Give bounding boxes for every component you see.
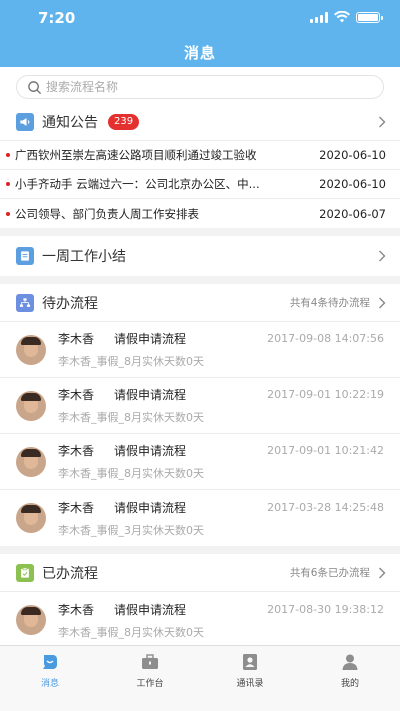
avatar	[16, 334, 46, 365]
status-icons	[310, 11, 383, 23]
flow-applicant: 李木香	[58, 500, 95, 515]
notice-title: 通知公告	[42, 114, 98, 131]
bullet-dot	[6, 182, 10, 186]
tab-contacts[interactable]: 通讯录	[200, 646, 300, 711]
todo-flow-item[interactable]: 李木香 请假申请流程 2017-09-08 14:07:56 李木香_事假_8月…	[0, 322, 400, 378]
flow-time: 2017-08-30 19:38:12	[267, 602, 384, 616]
flow-time: 2017-09-01 10:22:19	[267, 388, 384, 401]
done-section: 已办流程 共有6条已办流程 李木香 请假申请流程 2017-08-30 19:3…	[0, 554, 400, 648]
todo-title: 待办流程	[42, 295, 98, 312]
notice-item[interactable]: 小手齐动手 云端过六一：公司北京办公区、中... 2020-06-10	[0, 170, 400, 199]
bullet-dot	[6, 153, 10, 157]
status-bar: 7:20	[0, 0, 400, 34]
avatar	[16, 390, 46, 421]
todo-section: 待办流程 共有4条待办流程 李木香 请假申请流程 2017-09-08 14:0…	[0, 284, 400, 546]
tab-workbench[interactable]: 工作台	[100, 646, 200, 711]
flow-time: 2017-09-08 14:07:56	[267, 332, 384, 345]
todo-flow-item[interactable]: 李木香 请假申请流程 2017-09-01 10:22:19 李木香_事假_8月…	[0, 378, 400, 434]
flow-time: 2017-09-01 10:21:42	[267, 444, 384, 457]
tab-label: 通讯录	[236, 679, 264, 689]
page-title: 消息	[183, 44, 216, 62]
bullet-dot	[6, 211, 10, 216]
flow-applicant: 李木香	[58, 332, 95, 346]
search-input[interactable]	[46, 80, 296, 94]
wifi-icon	[334, 11, 350, 23]
search-box[interactable]	[16, 75, 384, 99]
signal-icon	[310, 11, 328, 23]
flow-applicant: 李木香	[58, 602, 95, 617]
status-time: 7:20	[38, 9, 76, 27]
notice-item[interactable]: 公司领导、部门负责人周工作安排表 2020-06-07	[0, 199, 400, 228]
weekly-title: 一周工作小结	[42, 249, 126, 265]
flow-type: 请假申请流程	[114, 332, 187, 346]
unread-badge: 239	[108, 113, 140, 130]
clipboard-check-icon	[16, 563, 34, 582]
todo-flow-item[interactable]: 李木香 请假申请流程 2017-09-01 10:21:42 李木香_事假_8月…	[0, 434, 400, 490]
flow-type: 请假申请流程	[114, 388, 187, 402]
chevron-right-icon	[379, 297, 386, 308]
tab-label: 消息	[40, 679, 59, 689]
weekly-section: 一周工作小结	[0, 236, 400, 276]
flow-applicant: 李木香	[58, 388, 95, 402]
tab-profile[interactable]: 我的	[300, 646, 400, 711]
tab-label: 工作台	[136, 679, 164, 689]
top-header: 7:20 消息	[0, 0, 400, 67]
notice-item[interactable]: 广西钦州至崇左高速公路项目顺利通过竣工验收 2020-06-10	[0, 141, 400, 170]
briefcase-icon	[142, 654, 158, 669]
tab-label: 我的	[340, 679, 359, 689]
flow-description: 李木香_事假_8月实休天数0天	[58, 625, 204, 639]
notice-section: 通知公告 239 广西钦州至崇左高速公路项目顺利通过竣工验收 2020-06-1…	[0, 103, 400, 228]
notice-item-text: 小手齐动手 云端过六一：公司北京办公区、中...	[15, 177, 260, 191]
done-flow-item[interactable]: 李木香 请假申请流程 2017-08-30 19:38:12 李木香_事假_8月…	[0, 592, 400, 648]
flow-description: 李木香_事假_8月实休天数0天	[58, 467, 204, 480]
done-count: 共有6条已办流程	[289, 567, 370, 579]
avatar	[16, 503, 46, 533]
notice-item-text: 广西钦州至崇左高速公路项目顺利通过竣工验收	[15, 148, 257, 162]
org-chart-icon	[16, 293, 34, 312]
notice-header[interactable]: 通知公告 239	[0, 103, 400, 141]
todo-count: 共有4条待办流程	[289, 297, 370, 309]
chevron-right-icon	[379, 116, 386, 127]
flow-description: 李木香_事假_8月实休天数0天	[58, 355, 204, 368]
flow-time: 2017-03-28 14:25:48	[267, 500, 384, 514]
battery-icon	[356, 11, 383, 23]
avatar	[16, 605, 46, 635]
notice-item-date: 2020-06-10	[319, 148, 386, 162]
search-icon	[28, 80, 42, 94]
bottom-tab-bar: 消息 工作台 通讯录 我的	[0, 645, 400, 711]
chevron-right-icon	[379, 567, 386, 578]
done-title: 已办流程	[42, 565, 98, 582]
flow-description: 李木香_事假_8月实休天数0天	[58, 411, 204, 424]
tab-messages[interactable]: 消息	[0, 646, 100, 711]
todo-header[interactable]: 待办流程 共有4条待办流程	[0, 284, 400, 322]
flow-type: 请假申请流程	[114, 602, 187, 617]
flow-description: 李木香_事假_3月实休天数0天	[58, 523, 204, 537]
done-header[interactable]: 已办流程 共有6条已办流程	[0, 554, 400, 592]
avatar	[16, 446, 46, 477]
todo-flow-item[interactable]: 李木香 请假申请流程 2017-03-28 14:25:48 李木香_事假_3月…	[0, 490, 400, 546]
flow-type: 请假申请流程	[114, 444, 187, 458]
search-bar	[0, 67, 400, 103]
chevron-right-icon	[379, 250, 386, 262]
document-icon	[16, 247, 34, 265]
notice-item-date: 2020-06-07	[319, 206, 386, 221]
weekly-summary-row[interactable]: 一周工作小结	[0, 236, 400, 276]
profile-icon	[342, 654, 358, 670]
flow-type: 请假申请流程	[114, 500, 187, 515]
megaphone-icon	[16, 112, 34, 131]
notice-item-text: 公司领导、部门负责人周工作安排表	[15, 206, 199, 221]
notice-item-date: 2020-06-10	[319, 177, 386, 191]
message-icon	[43, 655, 57, 669]
flow-applicant: 李木香	[58, 444, 95, 458]
contacts-icon	[243, 654, 257, 670]
